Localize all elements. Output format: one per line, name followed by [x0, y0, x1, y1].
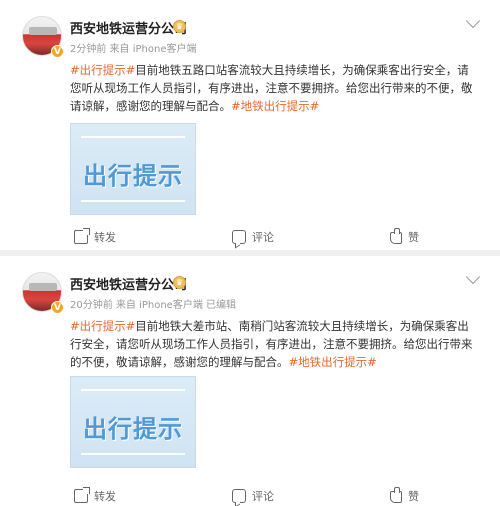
- share-label: 转发: [94, 490, 116, 503]
- verified-v-icon: V: [51, 45, 64, 58]
- like-icon: [390, 228, 402, 244]
- chevron-down-icon[interactable]: [465, 269, 481, 285]
- share-button[interactable]: 转发: [74, 225, 116, 249]
- crown-badge-icon: ♛: [173, 276, 186, 289]
- comment-label: 评论: [252, 490, 274, 503]
- post-image-text: 出行提示: [83, 162, 183, 190]
- post-text: #出行提示#目前地铁五路口站客流较大且持续增长，为确保乘客出行安全，请您听从现场…: [70, 61, 480, 115]
- hashtag-link[interactable]: #地铁出行提示#: [289, 355, 377, 369]
- post-image[interactable]: 出行提示: [70, 376, 196, 468]
- post-image-text: 出行提示: [83, 415, 183, 443]
- comment-label: 评论: [252, 231, 274, 244]
- share-label: 转发: [94, 231, 116, 244]
- weibo-post-1: V 西安地铁运营分公司 ♛ 2分钟前 来自 iPhone客户端 #出行提示#目前…: [0, 0, 500, 250]
- chevron-down-icon[interactable]: [465, 13, 481, 29]
- comment-button[interactable]: 评论: [232, 225, 274, 249]
- author-name[interactable]: 西安地铁运营分公司: [70, 18, 187, 37]
- author-name[interactable]: 西安地铁运营分公司: [70, 274, 187, 293]
- weibo-post-2: V 西安地铁运营分公司 ♛ 20分钟前 来自 iPhone客户端 已编辑 #出行…: [0, 256, 500, 506]
- share-icon: [74, 487, 90, 503]
- like-icon: [390, 487, 402, 503]
- comment-icon: [232, 489, 246, 503]
- comment-button[interactable]: 评论: [232, 484, 274, 506]
- like-button[interactable]: 赞: [390, 225, 419, 249]
- action-bar: 转发 评论 赞: [0, 484, 500, 506]
- post-meta: 20分钟前 来自 iPhone客户端 已编辑: [70, 300, 237, 311]
- hashtag-link[interactable]: #出行提示#: [70, 63, 135, 77]
- verified-v-icon: V: [51, 301, 64, 314]
- like-label: 赞: [408, 231, 419, 244]
- like-label: 赞: [408, 490, 419, 503]
- hashtag-link[interactable]: #出行提示#: [70, 319, 135, 333]
- like-button[interactable]: 赞: [390, 484, 419, 506]
- action-bar: 转发 评论 赞: [0, 225, 500, 249]
- post-text: #出行提示#目前地铁大差市站、南稍门站客流较大且持续增长，为确保乘客出行安全，请…: [70, 317, 480, 371]
- post-meta: 2分钟前 来自 iPhone客户端: [70, 44, 197, 55]
- comment-icon: [232, 230, 246, 244]
- post-image[interactable]: 出行提示: [70, 123, 196, 215]
- crown-badge-icon: ♛: [173, 20, 186, 33]
- share-button[interactable]: 转发: [74, 484, 116, 506]
- hashtag-link[interactable]: #地铁出行提示#: [231, 99, 319, 113]
- share-icon: [74, 228, 90, 244]
